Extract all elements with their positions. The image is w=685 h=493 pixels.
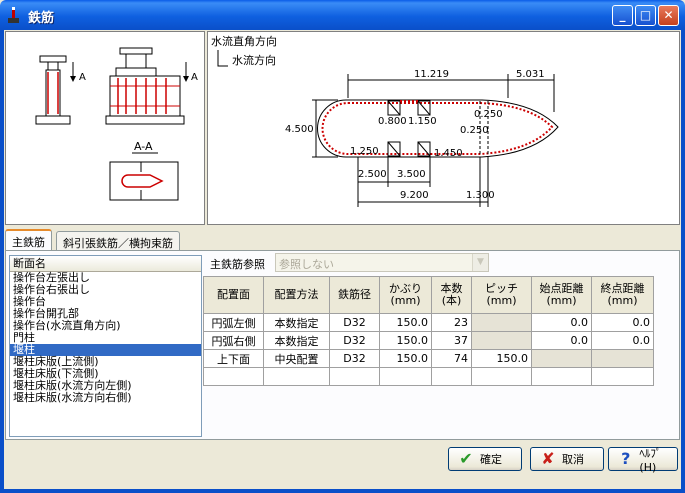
- list-item[interactable]: 操作台(水流直角方向): [10, 320, 201, 332]
- pier-elevation-pane: A A A-A: [5, 31, 205, 225]
- cell[interactable]: 上下面: [203, 349, 264, 368]
- window-frame-bottom: [0, 489, 685, 493]
- cell[interactable]: 0.0: [531, 313, 592, 332]
- reference-label: 主鉄筋参照: [210, 258, 265, 271]
- cell[interactable]: D32: [329, 313, 380, 332]
- tab-diagonal-rebar[interactable]: 斜引張鉄筋／横拘束筋: [56, 231, 180, 251]
- section-list-header[interactable]: 断面名: [10, 256, 201, 272]
- window-title: 鉄筋: [28, 11, 55, 26]
- help-button[interactable]: ? ﾍﾙﾌﾟ(H): [608, 447, 678, 474]
- cell[interactable]: 150.0: [471, 349, 532, 368]
- pier-front-view: [105, 47, 189, 125]
- reference-select[interactable]: 参照しない ▼: [275, 253, 489, 272]
- col-header-face: 配置面: [203, 276, 264, 314]
- cell[interactable]: 本数指定: [263, 331, 330, 350]
- pier-section-drawing: 水流直角方向 水流方向 11.219 5.031 4.500 0.800 1.1…: [211, 34, 559, 207]
- cell[interactable]: [531, 367, 592, 386]
- cell-disabled: [471, 331, 532, 350]
- col-header-start: 始点距離 (mm): [531, 276, 592, 314]
- cell[interactable]: D32: [329, 331, 380, 350]
- pier-side-view: [35, 55, 76, 125]
- dim-4500: 4.500: [285, 124, 314, 135]
- table-row: 上下面 中央配置 D32 150.0 74 150.0: [203, 349, 654, 368]
- app-icon: [8, 7, 19, 23]
- minimize-button[interactable]: _: [612, 5, 633, 26]
- dim-1150: 1.150: [408, 116, 437, 127]
- section-list[interactable]: 断面名 操作台左張出し 操作台右張出し 操作台 操作台開孔部 操作台(水流直角方…: [9, 255, 202, 437]
- pier-elevation-drawing: A A A-A: [35, 47, 198, 201]
- dim-1250: 1.250: [350, 146, 379, 157]
- tab-main-rebar[interactable]: 主鉄筋: [5, 229, 52, 252]
- cell[interactable]: [203, 367, 264, 386]
- chevron-down-icon[interactable]: ▼: [472, 254, 488, 271]
- cell[interactable]: 円弧右側: [203, 331, 264, 350]
- cell-disabled: [531, 349, 592, 368]
- cell[interactable]: D32: [329, 349, 380, 368]
- cell[interactable]: [329, 367, 380, 386]
- cell[interactable]: [379, 367, 432, 386]
- legend-horizontal-label: 水流方向: [232, 53, 276, 67]
- cell[interactable]: 23: [431, 313, 472, 332]
- dim-1450: 1.450: [434, 148, 463, 159]
- help-icon: ?: [621, 449, 631, 468]
- grid-header-row: 配置面 配置方法 鉄筋径 かぶり (mm) 本数 (本) ピッチ (mm) 始点距離(…: [203, 276, 654, 314]
- cell[interactable]: [591, 367, 654, 386]
- col-header-count: 本数 (本): [431, 276, 472, 314]
- ok-button[interactable]: ✔ 確定: [448, 447, 522, 471]
- cell[interactable]: 74: [431, 349, 472, 368]
- list-item[interactable]: 堰柱床版(水流方向右側): [10, 392, 201, 404]
- col-header-diameter: 鉄筋径: [329, 276, 380, 314]
- window-frame-right: [681, 30, 685, 493]
- table-row: 円弧右側 本数指定 D32 150.0 37 0.0 0.0: [203, 331, 654, 350]
- table-row: 円弧左側 本数指定 D32 150.0 23 0.0 0.0: [203, 313, 654, 332]
- cell[interactable]: 円弧左側: [203, 313, 264, 332]
- cell[interactable]: 中央配置: [263, 349, 330, 368]
- dim-2500: 2.500: [358, 169, 387, 180]
- cell-disabled: [471, 313, 532, 332]
- legend-arrow-icon: [217, 50, 228, 67]
- col-header-end: 終点距離 (mm): [591, 276, 654, 314]
- list-item[interactable]: 門柱: [10, 332, 201, 344]
- cell[interactable]: 0.0: [531, 331, 592, 350]
- reference-select-value: 参照しない: [279, 258, 334, 271]
- col-header-cover: かぶり (mm): [379, 276, 432, 314]
- rebar-grid: 配置面 配置方法 鉄筋径 かぶり (mm) 本数 (本) ピッチ (mm) 始点距離(…: [203, 276, 654, 386]
- dim-1300: 1.300: [466, 190, 495, 201]
- cell[interactable]: [263, 367, 330, 386]
- dim-0800: 0.800: [378, 116, 407, 127]
- legend-vertical-label: 水流直角方向: [211, 34, 277, 48]
- col-header-method: 配置方法: [263, 276, 330, 314]
- cell-disabled: [591, 349, 654, 368]
- dim-3500: 3.500: [397, 169, 426, 180]
- cell[interactable]: 150.0: [379, 331, 432, 350]
- cell[interactable]: 37: [431, 331, 472, 350]
- dim-0250b: 0.250: [460, 125, 489, 136]
- dim-9200: 9.200: [400, 190, 429, 201]
- arrow-label-a2: A: [191, 72, 198, 83]
- col-header-pitch: ピッチ (mm): [471, 276, 532, 314]
- maximize-button[interactable]: □: [635, 5, 656, 26]
- dim-0250a: 0.250: [474, 109, 503, 120]
- pier-plan-section: [109, 161, 179, 201]
- table-row: [203, 367, 654, 386]
- dim-11219: 11.219: [414, 69, 449, 80]
- title-bar[interactable]: 鉄筋 _ □ ✕: [0, 0, 685, 30]
- cell[interactable]: 150.0: [379, 313, 432, 332]
- cell[interactable]: [431, 367, 472, 386]
- check-icon: ✔: [459, 449, 473, 468]
- cell[interactable]: 本数指定: [263, 313, 330, 332]
- cancel-button[interactable]: ✘ 取消: [530, 447, 604, 471]
- cell[interactable]: 0.0: [591, 313, 654, 332]
- cell[interactable]: [471, 367, 532, 386]
- window-frame-left: [0, 30, 4, 493]
- arrow-label-a1: A: [79, 72, 86, 83]
- dim-5031: 5.031: [516, 69, 545, 80]
- dimension-lines: [312, 74, 555, 207]
- close-button[interactable]: ✕: [658, 5, 679, 26]
- pier-section-pane: 水流直角方向 水流方向 11.219 5.031 4.500 0.800 1.1…: [207, 31, 680, 225]
- cross-icon: ✘: [541, 449, 555, 468]
- cell[interactable]: 0.0: [591, 331, 654, 350]
- section-label: A-A: [134, 140, 153, 153]
- cell[interactable]: 150.0: [379, 349, 432, 368]
